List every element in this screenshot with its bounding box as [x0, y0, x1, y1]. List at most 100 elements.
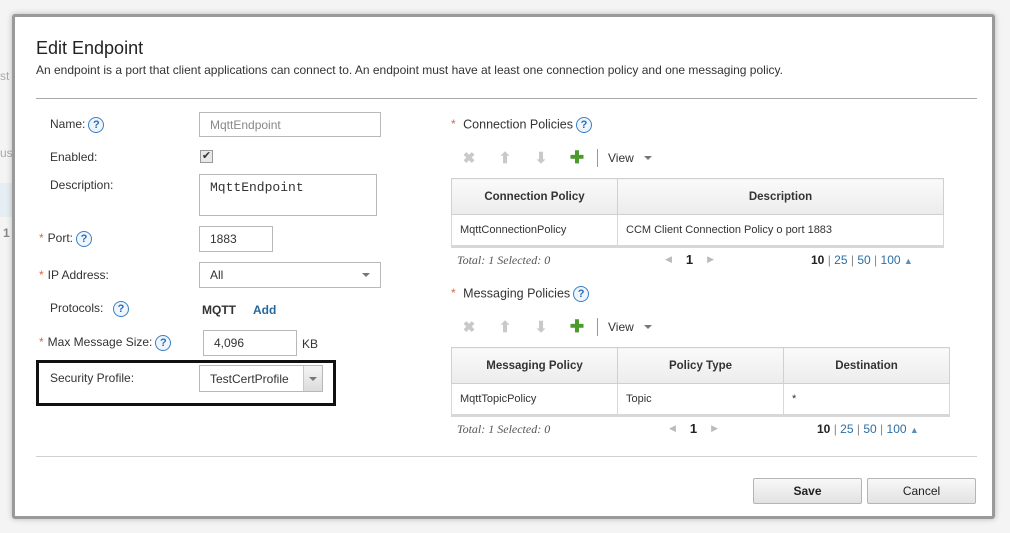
protocol-mqtt: MQTT — [202, 303, 236, 317]
name-field[interactable]: MqttEndpoint — [199, 112, 381, 137]
max-message-size-label-text: Max Message Size: — [47, 335, 153, 350]
security-profile-dropdown-button[interactable] — [303, 366, 322, 391]
page-size-option[interactable]: 10 — [817, 422, 830, 436]
page-size-option[interactable]: 100 — [881, 253, 901, 267]
view-menu-button[interactable]: View — [608, 151, 634, 165]
help-icon[interactable]: ? — [76, 231, 93, 247]
help-icon[interactable]: ? — [88, 117, 105, 133]
table-header-row: Messaging Policy Policy Type Destination — [451, 347, 950, 384]
dialog-description: An endpoint is a port that client applic… — [36, 63, 783, 77]
add-icon[interactable]: ✚ — [559, 148, 595, 168]
separator: | — [874, 253, 878, 267]
current-page: 1 — [689, 421, 698, 436]
column-header[interactable]: Messaging Policy — [451, 347, 618, 384]
ip-address-label: * IP Address: — [39, 268, 109, 282]
separator: | — [856, 422, 860, 436]
chevron-down-icon[interactable] — [643, 325, 652, 329]
current-page: 1 — [685, 252, 694, 267]
sort-up-icon[interactable]: ▲ — [910, 425, 919, 435]
port-field[interactable]: 1883 — [199, 226, 273, 252]
required-marker: * — [451, 117, 456, 132]
description-textarea[interactable]: MqttEndpoint — [199, 174, 377, 216]
messaging-policies-heading: * Messaging Policies? — [451, 286, 590, 302]
header-divider — [36, 98, 977, 99]
edit-endpoint-dialog: Edit Endpoint An endpoint is a port that… — [12, 14, 995, 519]
security-profile-select[interactable]: TestCertProfile — [199, 365, 323, 392]
separator: | — [850, 253, 854, 267]
table-cell: Topic — [617, 383, 784, 417]
messaging-policies-title: Messaging Policies — [463, 286, 571, 301]
connection-pager-total: Total: 1 Selected: 0 — [457, 253, 551, 267]
background-text-fragment: us — [0, 146, 13, 160]
page-size-option[interactable]: 25 — [834, 253, 847, 267]
help-icon[interactable]: ? — [575, 117, 592, 133]
ip-address-select[interactable]: All — [199, 262, 381, 288]
view-menu-button[interactable]: View — [608, 320, 634, 334]
move-up-icon[interactable]: ⬆ — [487, 318, 523, 336]
port-label: * Port:? — [39, 231, 93, 247]
max-message-size-field[interactable]: 4,096 — [203, 330, 297, 356]
ip-address-value: All — [210, 268, 224, 282]
name-label: Name:? — [50, 117, 105, 133]
table-header-row: Connection Policy Description — [451, 178, 944, 215]
name-label-text: Name: — [50, 117, 86, 132]
connection-policies-title: Connection Policies — [463, 117, 573, 132]
connection-policies-heading: * Connection Policies? — [451, 117, 592, 133]
column-header[interactable]: Description — [617, 178, 944, 215]
protocols-label-text: Protocols: — [50, 301, 104, 316]
connection-pager-nav: ◀ 1 ▶ — [665, 252, 714, 267]
table-cell: CCM Client Connection Policy o port 1883 — [617, 214, 944, 248]
add-icon[interactable]: ✚ — [559, 317, 595, 337]
enabled-checkbox[interactable]: ✔ — [200, 150, 213, 163]
move-down-icon[interactable]: ⬇ — [523, 149, 559, 167]
add-protocol-link[interactable]: Add — [253, 303, 276, 317]
separator: | — [833, 422, 837, 436]
cancel-button[interactable]: Cancel — [867, 478, 976, 504]
max-message-size-unit: KB — [302, 337, 319, 351]
column-header[interactable]: Destination — [783, 347, 950, 384]
page-prev-icon[interactable]: ◀ — [665, 254, 672, 265]
description-label: Description: — [50, 178, 114, 192]
delete-icon[interactable]: ✖ — [451, 149, 487, 167]
page-prev-icon[interactable]: ◀ — [669, 423, 676, 434]
column-header[interactable]: Connection Policy — [451, 178, 618, 215]
save-button[interactable]: Save — [753, 478, 862, 504]
connection-page-sizes: 10 | 25 | 50 | 100 ▲ — [811, 253, 913, 267]
table-cell: MqttConnectionPolicy — [451, 214, 618, 248]
sort-up-icon[interactable]: ▲ — [904, 256, 913, 266]
page-size-option[interactable]: 100 — [887, 422, 907, 436]
help-icon[interactable]: ? — [573, 286, 590, 302]
connection-policies-table: Connection Policy Description MqttConnec… — [451, 178, 944, 248]
messaging-pager-total: Total: 1 Selected: 0 — [457, 422, 551, 436]
page-size-option[interactable]: 25 — [840, 422, 853, 436]
help-icon[interactable]: ? — [113, 301, 130, 317]
help-icon[interactable]: ? — [155, 335, 172, 351]
page-next-icon[interactable]: ▶ — [707, 254, 714, 265]
table-cell: * — [783, 383, 950, 417]
chevron-down-icon[interactable] — [643, 156, 652, 160]
required-marker: * — [39, 335, 44, 350]
move-down-icon[interactable]: ⬇ — [523, 318, 559, 336]
page-next-icon[interactable]: ▶ — [711, 423, 718, 434]
table-row[interactable]: MqttTopicPolicy Topic * — [451, 383, 950, 417]
delete-icon[interactable]: ✖ — [451, 318, 487, 336]
page-size-option[interactable]: 50 — [857, 253, 870, 267]
messaging-policies-toolbar: ✖ ⬆ ⬇ ✚ View — [451, 317, 652, 337]
move-up-icon[interactable]: ⬆ — [487, 149, 523, 167]
footer-divider — [36, 456, 977, 457]
messaging-pager-nav: ◀ 1 ▶ — [669, 421, 718, 436]
chevron-down-icon — [362, 273, 370, 277]
separator: | — [827, 253, 831, 267]
connection-policies-toolbar: ✖ ⬆ ⬇ ✚ View — [451, 148, 652, 168]
table-row[interactable]: MqttConnectionPolicy CCM Client Connecti… — [451, 214, 944, 248]
max-message-size-label: * Max Message Size:? — [39, 335, 172, 351]
page-size-option[interactable]: 50 — [863, 422, 876, 436]
enabled-label: Enabled: — [50, 150, 98, 164]
column-header[interactable]: Policy Type — [617, 347, 784, 384]
protocols-label: Protocols: ? — [50, 301, 130, 317]
security-profile-value: TestCertProfile — [210, 371, 289, 386]
toolbar-separator — [597, 318, 598, 336]
messaging-policies-table: Messaging Policy Policy Type Destination… — [451, 347, 950, 417]
page-size-option[interactable]: 10 — [811, 253, 824, 267]
background-text-fragment: 1 — [3, 226, 10, 240]
